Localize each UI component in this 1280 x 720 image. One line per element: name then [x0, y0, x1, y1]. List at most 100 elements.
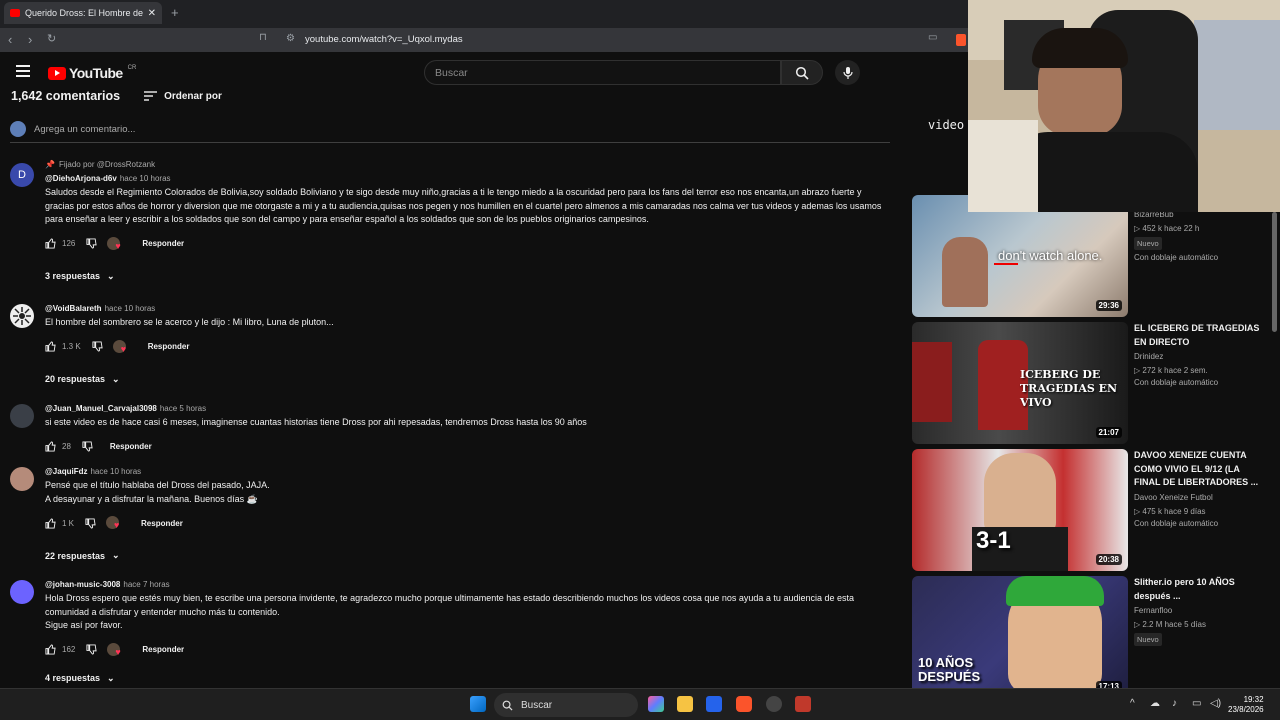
obs-icon[interactable]: [766, 696, 782, 712]
comment-text-line: Sigue así por favor.: [45, 620, 123, 630]
back-icon[interactable]: ‹: [8, 32, 12, 47]
start-icon[interactable]: [470, 696, 486, 712]
video-channel[interactable]: Davoo Xeneize Futbol: [1134, 493, 1266, 502]
search-input[interactable]: [425, 61, 780, 84]
like-button[interactable]: 1.3 K: [45, 341, 81, 352]
display-icon[interactable]: ▭: [1192, 698, 1201, 709]
brave-browser-icon[interactable]: [736, 696, 752, 712]
video-title[interactable]: EL ICEBERG DE TRAGEDIAS EN DIRECTO: [1134, 322, 1266, 349]
add-comment-input[interactable]: [34, 123, 890, 135]
app-icon[interactable]: [795, 696, 811, 712]
commenter-avatar[interactable]: [10, 304, 34, 328]
new-badge: Nuevo: [1134, 633, 1162, 646]
browser-tab[interactable]: Querido Dross: El Hombre del So ✕: [4, 2, 162, 24]
video-info[interactable]: DAVOO XENEIZE CUENTA COMO VIVIO EL 9/12 …: [1134, 449, 1266, 528]
chevron-up-icon[interactable]: ^: [1130, 698, 1135, 709]
volume-icon[interactable]: ◁): [1210, 698, 1221, 709]
youtube-play-icon: [48, 66, 66, 80]
comment-time[interactable]: hace 10 horas: [105, 304, 156, 313]
video-info[interactable]: Slither.io pero 10 AÑOS después ... Fern…: [1134, 576, 1266, 646]
store-icon[interactable]: [706, 696, 722, 712]
new-tab-button[interactable]: +: [171, 5, 179, 20]
pattern-avatar-icon: [13, 307, 31, 325]
video-info[interactable]: BizarreBub ▷ 452 k hace 22 h Nuevo Con d…: [1134, 210, 1266, 262]
comment-author[interactable]: @DiehoArjona-d6v: [45, 174, 117, 183]
like-button[interactable]: 28: [45, 441, 71, 452]
voice-search-button[interactable]: [835, 60, 860, 85]
dislike-button[interactable]: [85, 517, 96, 529]
microphone-icon[interactable]: ♪: [1172, 698, 1177, 709]
comment-author[interactable]: @VoidBalareth: [45, 304, 102, 313]
close-tab-icon[interactable]: ✕: [148, 8, 156, 19]
youtube-logo[interactable]: YouTube CR: [48, 65, 136, 81]
reply-button[interactable]: Responder: [148, 342, 190, 351]
new-badge: Nuevo: [1134, 237, 1162, 250]
comments-header: 1,642 comentarios Ordenar por: [11, 89, 222, 103]
like-button[interactable]: 126: [45, 238, 75, 249]
comment-time[interactable]: hace 5 horas: [160, 404, 206, 413]
heart-icon: ♥: [114, 520, 120, 530]
video-info[interactable]: EL ICEBERG DE TRAGEDIAS EN DIRECTO Drini…: [1134, 322, 1266, 387]
pin-icon: 📌: [45, 160, 55, 169]
system-clock[interactable]: 19:32 23/8/2026: [1228, 695, 1264, 715]
comment-author[interactable]: @Juan_Manuel_Carvajal3098: [45, 404, 157, 413]
sidebar-scrollbar[interactable]: [1272, 212, 1277, 332]
video-channel[interactable]: Drinidez: [1134, 352, 1266, 361]
commenter-avatar[interactable]: D: [10, 163, 34, 187]
reply-button[interactable]: Responder: [142, 239, 184, 248]
video-title[interactable]: DAVOO XENEIZE CUENTA COMO VIVIO EL 9/12 …: [1134, 449, 1266, 490]
auto-dub-label: Con doblaje automático: [1134, 378, 1219, 387]
video-thumbnail[interactable]: 3-1 20:38: [912, 449, 1128, 571]
reply-button[interactable]: Responder: [110, 442, 152, 451]
commenter-avatar[interactable]: [10, 404, 34, 428]
chevron-down-icon: ⌄: [112, 373, 120, 384]
thumbs-down-icon: [85, 517, 96, 529]
comment-author[interactable]: @johan-music-3008: [45, 580, 120, 589]
comment-author[interactable]: @JaquiFdz: [45, 467, 87, 476]
search-button[interactable]: [781, 60, 823, 85]
comment-time[interactable]: hace 10 horas: [120, 174, 171, 183]
cast-icon[interactable]: ▭: [928, 32, 937, 43]
video-thumbnail[interactable]: don't watch alone. 29:36: [912, 195, 1128, 317]
reply-button[interactable]: Responder: [142, 645, 184, 654]
search-box: [424, 60, 781, 85]
commenter-avatar[interactable]: [10, 467, 34, 491]
chevron-down-icon: ⌄: [107, 672, 115, 683]
taskbar-search[interactable]: Buscar: [494, 693, 638, 717]
menu-icon[interactable]: [16, 65, 30, 80]
video-thumbnail[interactable]: 10 AÑOS DESPUÉS 17:13: [912, 576, 1128, 698]
comment-time[interactable]: hace 10 horas: [90, 467, 141, 476]
forward-icon[interactable]: ›: [28, 32, 32, 47]
address-bar[interactable]: youtube.com/watch?v=_Uqxol.mydas: [305, 34, 463, 45]
bookmark-icon[interactable]: ⊓: [259, 32, 267, 43]
video-channel[interactable]: Fernanfloo: [1134, 606, 1266, 615]
network-icon[interactable]: ☁: [1150, 698, 1160, 709]
like-button[interactable]: 162: [45, 644, 75, 655]
site-settings-icon[interactable]: ⚙: [286, 33, 295, 44]
reply-button[interactable]: Responder: [141, 519, 183, 528]
replies-toggle[interactable]: 4 respuestas ⌄: [45, 673, 890, 684]
video-title[interactable]: Slither.io pero 10 AÑOS después ...: [1134, 576, 1266, 603]
windows-taskbar: Buscar ^ ☁ ♪ ▭ ◁) 19:32 23/8/2026: [0, 688, 1280, 720]
copilot-icon[interactable]: [648, 696, 664, 712]
video-thumbnail[interactable]: ICEBERG DE TRAGEDIAS EN VIVO 21:07: [912, 322, 1128, 444]
like-button[interactable]: 1 K: [45, 517, 74, 529]
commenter-avatar[interactable]: [10, 580, 34, 604]
thumbs-up-icon: [45, 644, 56, 655]
dislike-button[interactable]: [92, 341, 103, 352]
comment-time[interactable]: hace 7 horas: [123, 580, 169, 589]
auto-dub-label: Con doblaje automático: [1134, 253, 1219, 262]
dislike-button[interactable]: [86, 644, 97, 655]
file-explorer-icon[interactable]: [677, 696, 693, 712]
thumbs-up-icon: [45, 238, 56, 249]
replies-toggle[interactable]: 22 respuestas ⌄: [45, 550, 890, 561]
replies-toggle[interactable]: 20 respuestas ⌄: [45, 374, 890, 385]
replies-toggle[interactable]: 3 respuestas ⌄: [45, 271, 890, 282]
thumbnail-hat: [1006, 576, 1104, 606]
dislike-button[interactable]: [82, 441, 93, 452]
brave-shield-icon[interactable]: [956, 34, 966, 46]
dislike-button[interactable]: [86, 238, 97, 249]
sort-button[interactable]: Ordenar por: [144, 91, 222, 102]
reload-icon[interactable]: ↻: [47, 32, 56, 45]
video-duration: 20:38: [1095, 554, 1122, 565]
